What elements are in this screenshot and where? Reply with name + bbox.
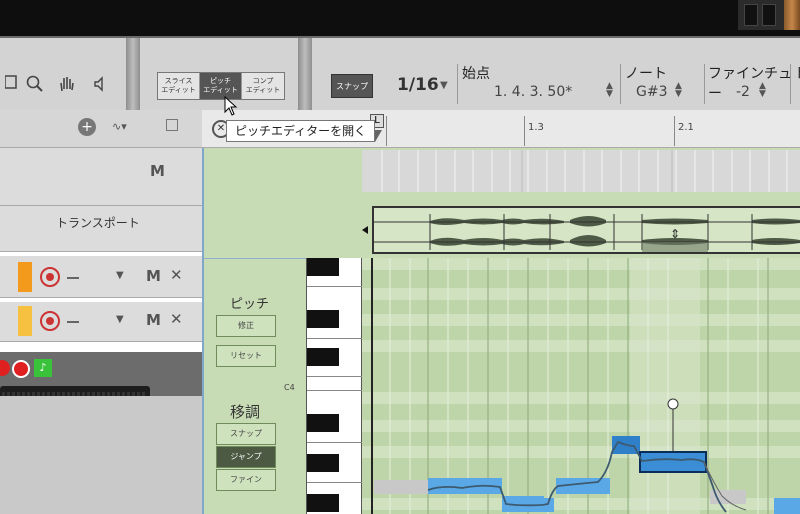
- bar-line: [386, 116, 387, 146]
- toolbar-separator: [298, 38, 312, 112]
- fine-tune-stepper-icon[interactable]: ▲ ▼: [759, 82, 766, 99]
- pitch-note-grid[interactable]: [362, 258, 800, 514]
- track-color-swatch: [18, 306, 32, 336]
- waveform: ⇕: [374, 214, 800, 252]
- title-strip: [0, 0, 800, 36]
- record-icon[interactable]: [0, 360, 10, 376]
- mute-button[interactable]: M: [150, 162, 165, 180]
- note-label: ノート: [625, 66, 667, 82]
- keyboard-icon[interactable]: [0, 74, 22, 96]
- mute-button[interactable]: M: [146, 267, 161, 285]
- key-divider: [307, 390, 363, 391]
- monitor-icon[interactable]: [12, 360, 30, 378]
- key-divider: [307, 338, 363, 339]
- close-icon[interactable]: ✕: [170, 310, 183, 328]
- start-value[interactable]: 1. 4. 3. 50*: [494, 84, 572, 100]
- dash-icon: [67, 321, 79, 323]
- beat-grid-strip: [362, 150, 800, 192]
- automation-icon[interactable]: ∿▾: [112, 120, 127, 133]
- bar-line: [674, 116, 675, 146]
- field-divider: [457, 64, 458, 104]
- black-key[interactable]: [307, 310, 339, 328]
- start-stepper-icon[interactable]: ▲ ▼: [606, 82, 613, 99]
- dash-icon: [67, 277, 79, 279]
- toolbar-separator: [126, 38, 140, 112]
- bar-line: [524, 116, 525, 146]
- track-color-swatch: [18, 262, 32, 292]
- mouse-cursor-icon: [224, 95, 238, 120]
- transpose-snap-button[interactable]: スナップ: [216, 423, 276, 445]
- transport-label: トランスポート: [56, 216, 140, 230]
- black-key[interactable]: [307, 454, 339, 472]
- mute-button[interactable]: M: [146, 311, 161, 329]
- note-stepper-icon[interactable]: ▲ ▼: [675, 82, 682, 99]
- field-divider: [704, 64, 705, 104]
- key-divider: [307, 376, 363, 377]
- comp-edit-tab[interactable]: コンプ エディット: [242, 73, 284, 99]
- transpose-section-title: 移調: [230, 403, 261, 421]
- zoom-icon[interactable]: [24, 74, 46, 96]
- pitch-grid-canvas: [362, 258, 800, 514]
- transpose-fine-button[interactable]: ファイン: [216, 469, 276, 491]
- record-arm-icon[interactable]: [40, 311, 60, 331]
- close-icon[interactable]: ✕: [170, 266, 183, 284]
- track-list-header: + ∿▾: [0, 110, 202, 148]
- black-key[interactable]: [307, 348, 339, 366]
- pitch-tools-panel: ピッチ 修正 リセット C4 移調 スナップ ジャンプ ファイン: [202, 258, 306, 514]
- transport-track-row: トランスポート: [0, 206, 202, 252]
- wood-panel-decoration: [784, 0, 800, 30]
- start-label: 始点: [462, 66, 490, 82]
- fine-tune-label: ファインチュー: [708, 66, 792, 102]
- fine-tune-value[interactable]: -2: [736, 84, 750, 100]
- piano-keyboard[interactable]: [306, 258, 363, 514]
- track-row[interactable]: ▼ M ✕: [0, 302, 202, 342]
- chevron-down-icon[interactable]: ▼: [116, 270, 124, 281]
- black-key[interactable]: [307, 494, 339, 512]
- track-list: + ∿▾ M トランスポート ▼ M ✕ ▼ M ✕ ♪: [0, 110, 202, 514]
- record-arm-icon[interactable]: [40, 267, 60, 287]
- panel-bg: [0, 396, 202, 514]
- correct-button[interactable]: 修正: [216, 315, 276, 337]
- pitch-editor-window: スライス エディット ピッチ エディット コンプ エディット スナップ 1/16…: [0, 0, 800, 514]
- key-divider: [307, 442, 363, 443]
- key-divider: [307, 286, 363, 287]
- reset-button[interactable]: リセット: [216, 345, 276, 367]
- clip-header: [0, 358, 200, 372]
- note-c4-label: C4: [284, 383, 295, 392]
- grid-lines: [381, 150, 788, 192]
- audio-clip-waveform[interactable]: ⇕: [372, 206, 800, 254]
- field-divider: [620, 64, 621, 104]
- quantize-dropdown-icon[interactable]: ▼: [440, 80, 448, 91]
- black-key[interactable]: [307, 258, 339, 276]
- edit-mode-switch: スライス エディット ピッチ エディット コンプ エディット: [157, 72, 285, 100]
- speaker-icon[interactable]: [90, 74, 112, 96]
- pitch-section-title: ピッチ: [230, 297, 270, 312]
- ruler-mark: 2.1: [678, 122, 694, 133]
- transpose-jump-button[interactable]: ジャンプ: [216, 446, 276, 468]
- svg-text:⇕: ⇕: [670, 227, 680, 241]
- ruler-mark: 1.3: [528, 122, 544, 133]
- snap-button[interactable]: スナップ: [331, 74, 373, 98]
- quantize-value[interactable]: 1/16: [397, 75, 439, 95]
- tooltip: ピッチエディターを開く: [226, 120, 376, 142]
- key-divider: [307, 482, 363, 483]
- track-row[interactable]: ▼ M ✕: [0, 256, 202, 298]
- note-value[interactable]: G#3: [636, 84, 668, 100]
- grid-icon[interactable]: [166, 119, 178, 131]
- truncated-label: ト: [794, 63, 800, 83]
- field-divider: [790, 64, 791, 104]
- add-track-icon[interactable]: +: [78, 118, 96, 136]
- chevron-down-icon[interactable]: ▼: [116, 314, 124, 325]
- clip-start-marker-icon: [362, 226, 368, 234]
- hand-icon[interactable]: [56, 74, 78, 96]
- speaker-on-icon[interactable]: ♪: [34, 359, 52, 377]
- black-key[interactable]: [307, 414, 339, 432]
- master-track-row: M: [0, 148, 202, 206]
- slice-edit-tab[interactable]: スライス エディット: [158, 73, 200, 99]
